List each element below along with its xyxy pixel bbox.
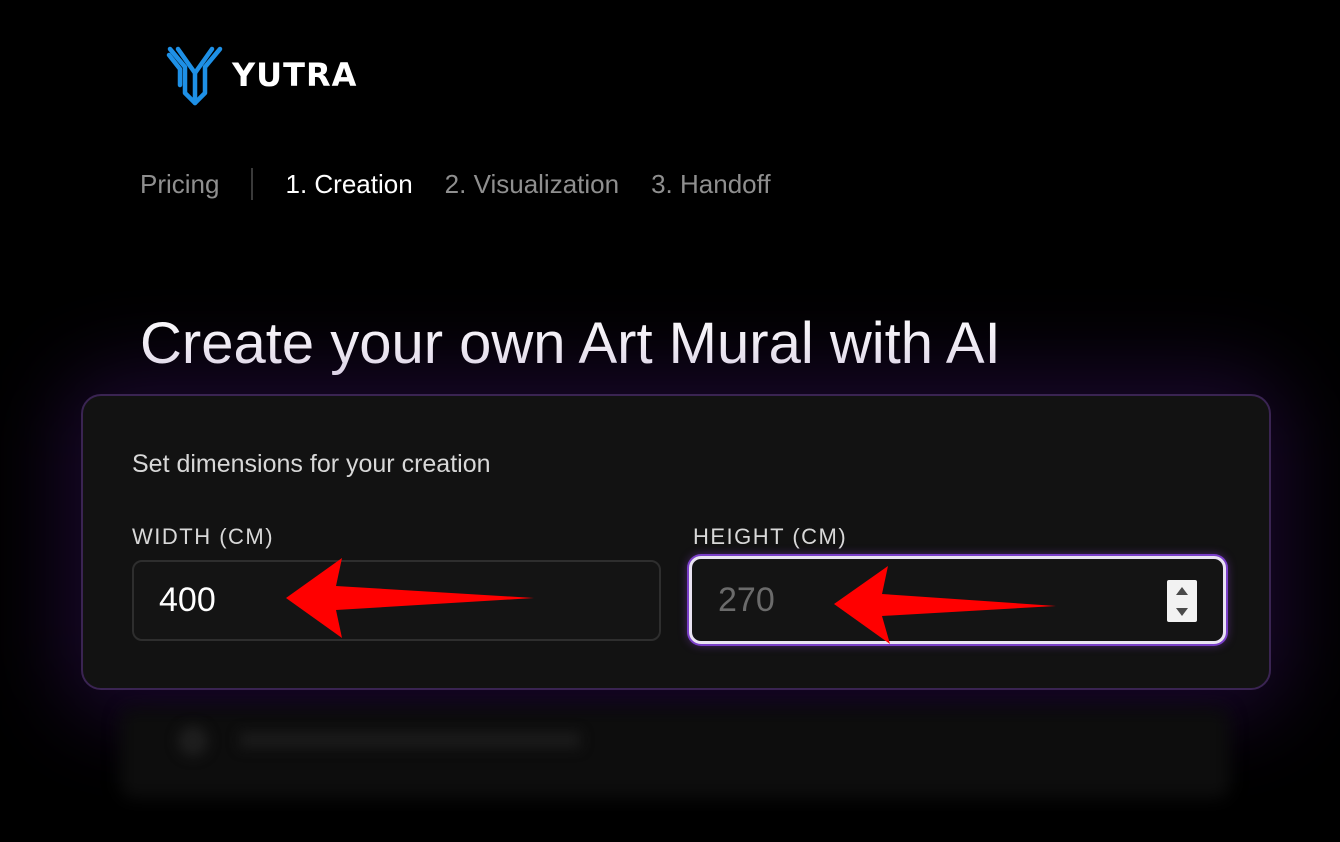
dimensions-subtitle: Set dimensions for your creation (132, 450, 491, 478)
chevron-down-icon (1176, 607, 1188, 616)
width-input[interactable] (132, 560, 661, 641)
height-input[interactable] (692, 559, 1223, 641)
width-label: WIDTH (CM) (132, 524, 275, 549)
chevron-up-icon (1176, 586, 1188, 595)
nav-pricing[interactable]: Pricing (140, 169, 219, 200)
blurred-section (120, 708, 1230, 798)
page-title: Create your own Art Mural with AI (140, 311, 1001, 376)
brand-name: YUTRA (232, 56, 358, 94)
nav-divider (251, 168, 254, 200)
height-field[interactable] (689, 556, 1226, 644)
nav-step-handoff[interactable]: 3. Handoff (651, 169, 771, 200)
logo[interactable]: YUTRA (166, 43, 357, 107)
yutra-logo-icon (166, 46, 223, 106)
dimensions-panel: Set dimensions for your creation WIDTH (… (81, 394, 1271, 690)
decrement-button[interactable] (1167, 601, 1197, 622)
height-label: HEIGHT (CM) (693, 524, 848, 549)
main-nav: Pricing 1. Creation 2. Visualization 3. … (140, 166, 771, 202)
nav-step-visualization[interactable]: 2. Visualization (445, 169, 619, 200)
blurred-icon (178, 726, 208, 756)
increment-button[interactable] (1167, 580, 1197, 601)
nav-step-creation[interactable]: 1. Creation (285, 169, 412, 200)
blurred-text (240, 732, 580, 748)
height-stepper[interactable] (1167, 580, 1197, 622)
